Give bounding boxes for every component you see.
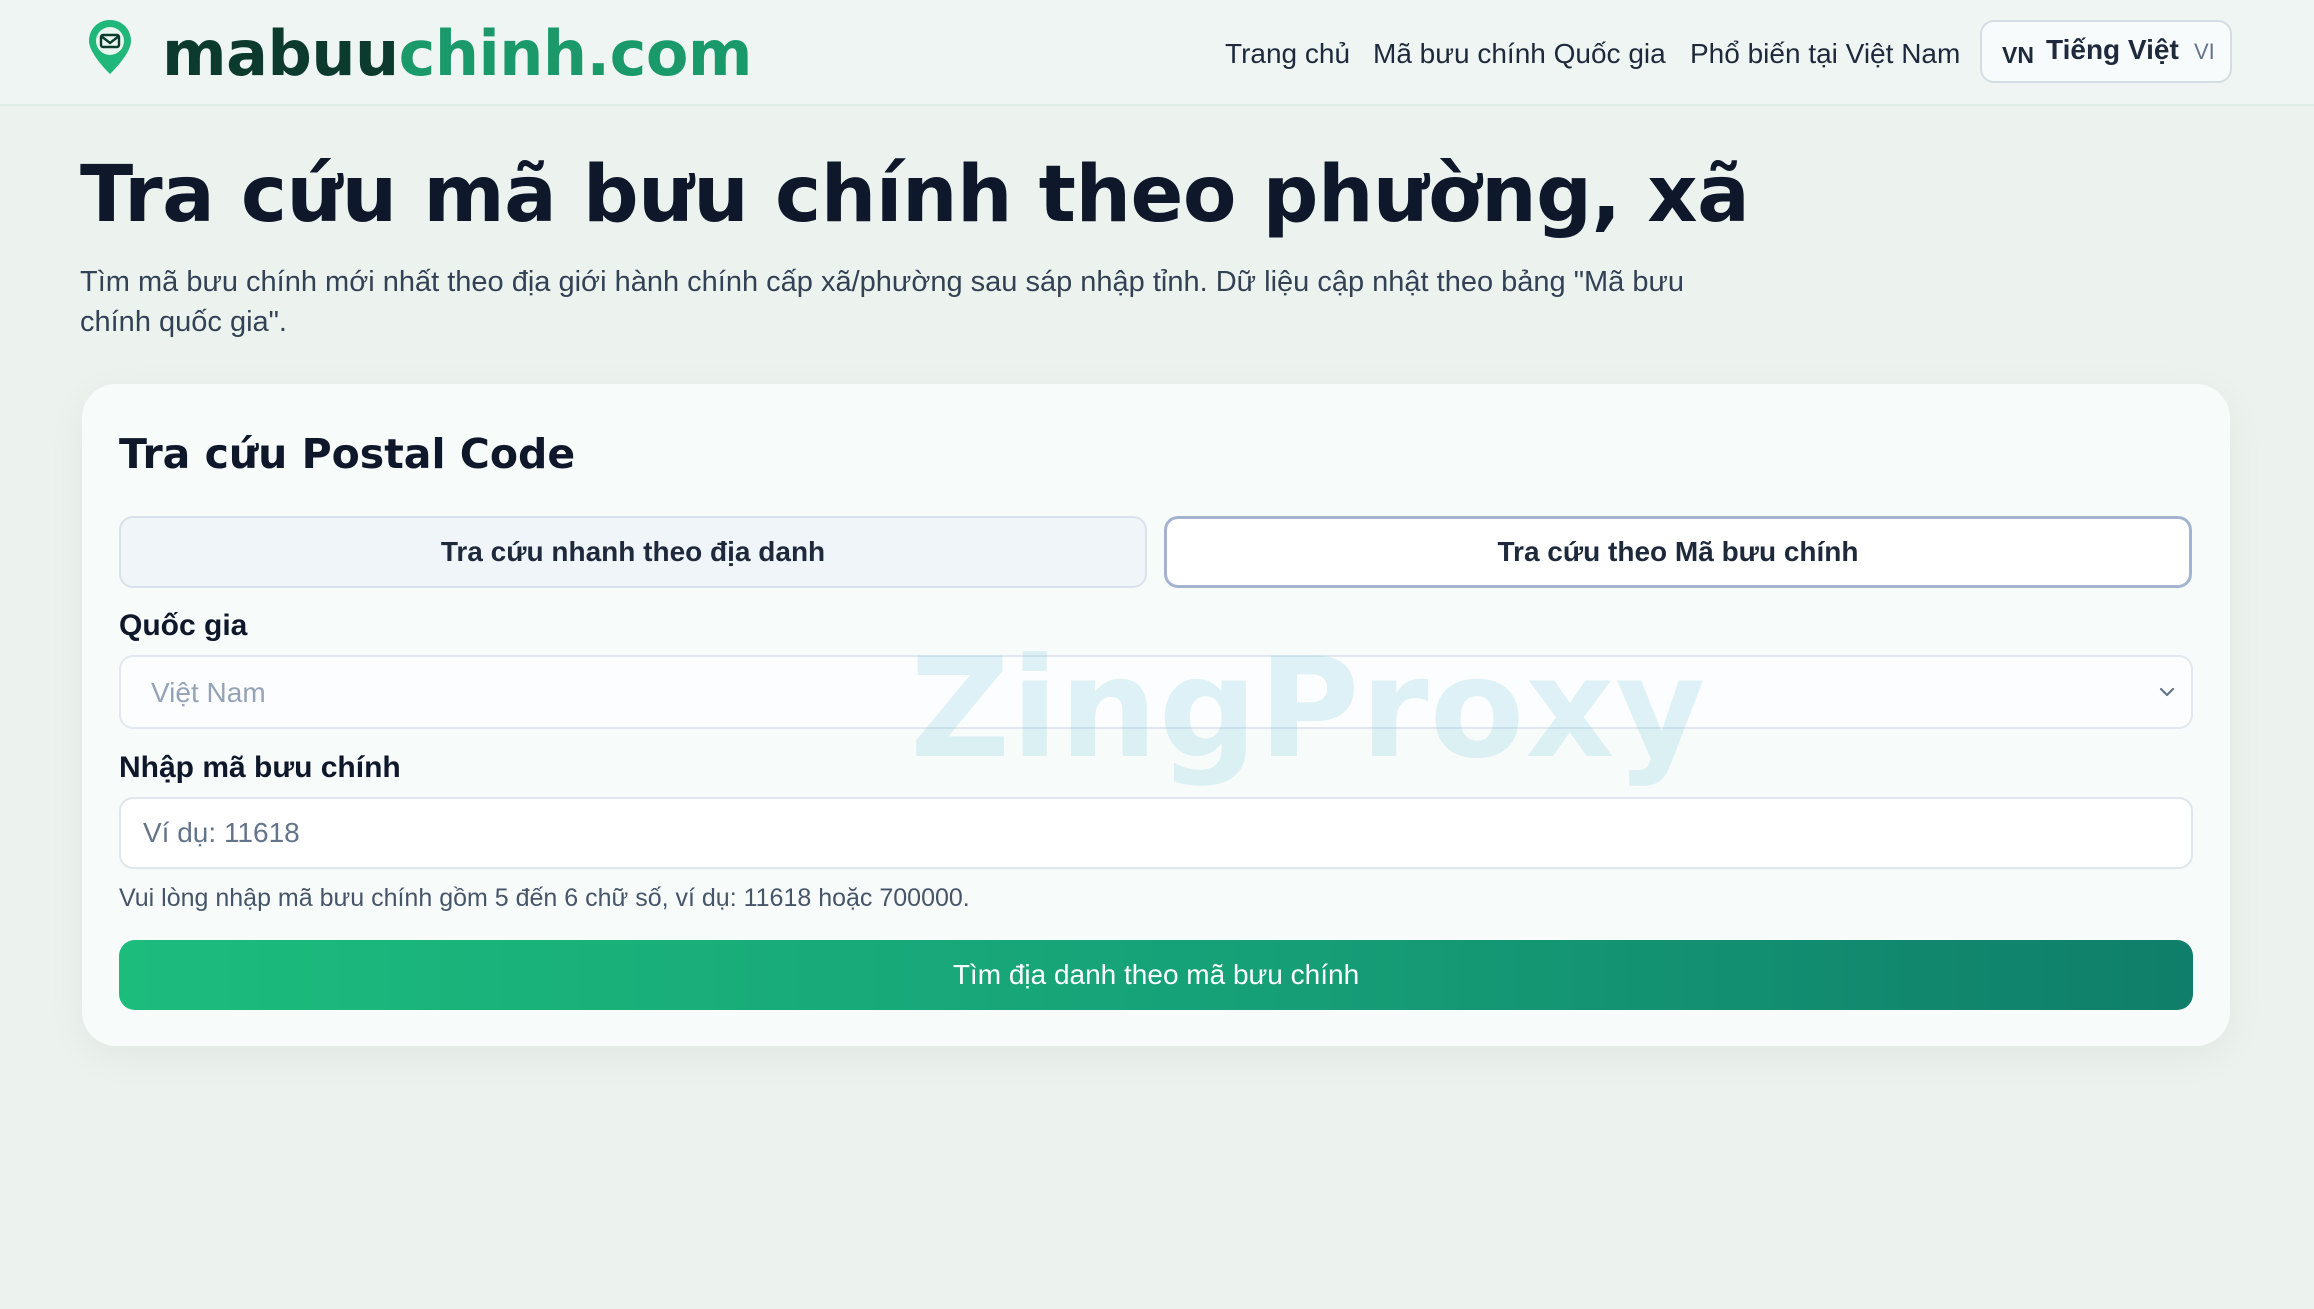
tab-lookup-by-place[interactable]: Tra cứu nhanh theo địa danh xyxy=(119,516,1147,588)
nav-popular-vietnam[interactable]: Phổ biến tại Việt Nam xyxy=(1690,34,1960,74)
nav-home[interactable]: Trang chủ xyxy=(1225,34,1350,74)
postal-code-label: Nhập mã bưu chính xyxy=(119,751,401,784)
language-switcher[interactable]: VN Tiếng Việt VI xyxy=(1980,20,2232,83)
postal-lookup-card: Tra cứu Postal Code Tra cứu nhanh theo đ… xyxy=(82,384,2230,1046)
site-header: mabuuchinh.com Trang chủ Mã bưu chính Qu… xyxy=(0,0,2314,106)
mail-pin-icon[interactable] xyxy=(86,18,134,76)
language-short: VI xyxy=(2194,39,2215,64)
nav-national-postal-codes[interactable]: Mã bưu chính Quốc gia xyxy=(1373,34,1666,74)
site-logo[interactable]: mabuuchinh.com xyxy=(162,14,753,94)
postal-code-input[interactable] xyxy=(119,797,2193,869)
tab-lookup-by-postal-code[interactable]: Tra cứu theo Mã bưu chính xyxy=(1164,516,2192,588)
country-label: Quốc gia xyxy=(119,609,248,642)
country-select-value: Việt Nam xyxy=(151,677,266,708)
page-description: Tìm mã bưu chính mới nhất theo địa giới … xyxy=(80,266,1685,338)
country-select[interactable]: Việt Nam xyxy=(119,655,2193,729)
language-flag-code: VN xyxy=(2002,42,2034,68)
chevron-down-icon xyxy=(2159,687,2175,697)
card-title: Tra cứu Postal Code xyxy=(119,430,576,478)
language-name: Tiếng Việt xyxy=(2046,34,2179,65)
search-by-postal-code-button[interactable]: Tìm địa danh theo mã bưu chính xyxy=(119,940,2193,1010)
postal-code-hint: Vui lòng nhập mã bưu chính gồm 5 đến 6 c… xyxy=(119,884,970,912)
page-title: Tra cứu mã bưu chính theo phường, xã xyxy=(80,150,1750,240)
